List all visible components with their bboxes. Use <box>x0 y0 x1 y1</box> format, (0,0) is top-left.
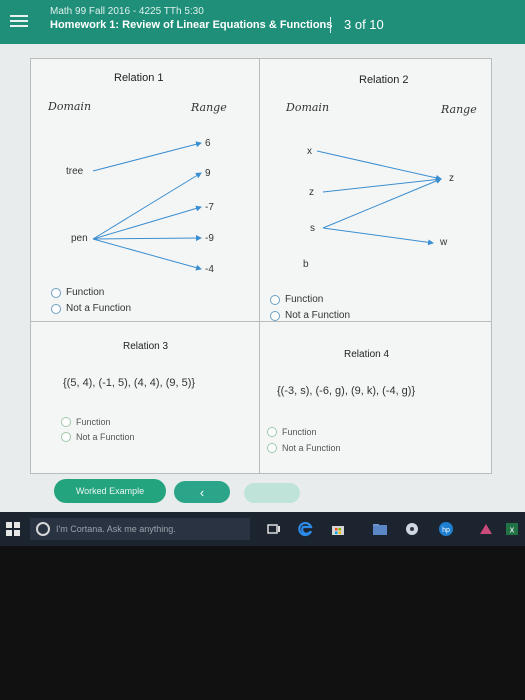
file-explorer-icon[interactable] <box>372 521 388 537</box>
radio-icon[interactable] <box>61 417 71 427</box>
domain-item: x <box>307 146 312 157</box>
excel-icon[interactable]: x <box>504 521 520 537</box>
cortana-placeholder: I'm Cortana. Ask me anything. <box>56 524 176 534</box>
relation-2-function-option[interactable]: Function <box>270 294 323 305</box>
course-name: Math 99 Fall 2016 - 4225 TTh 5:30 <box>50 6 204 17</box>
app-window: Math 99 Fall 2016 - 4225 TTh 5:30 Homewo… <box>0 0 525 512</box>
windows-start-icon[interactable] <box>6 522 20 536</box>
range-item: -4 <box>205 264 214 275</box>
task-view-icon[interactable] <box>266 521 282 537</box>
relation-2-title: Relation 2 <box>359 74 409 86</box>
svg-text:hp: hp <box>442 527 450 534</box>
arrow-tree-6 <box>92 141 202 172</box>
domain-item: z <box>309 187 314 198</box>
taskbar: I'm Cortana. Ask me anything. hp x <box>0 512 525 546</box>
relation-3-function-option[interactable]: Function <box>61 417 111 427</box>
svg-text:x: x <box>510 525 515 535</box>
horizontal-divider <box>31 321 491 322</box>
arrow-pen-minus7 <box>92 205 202 240</box>
assignment-header: Math 99 Fall 2016 - 4225 TTh 5:30 Homewo… <box>0 0 525 44</box>
relation-1-range-header: Range <box>191 101 227 114</box>
relation-4-title: Relation 4 <box>344 349 390 360</box>
range-item: -9 <box>205 233 214 244</box>
mapping-arrows <box>92 141 442 271</box>
app-icon[interactable] <box>478 521 494 537</box>
radio-icon[interactable] <box>51 303 61 314</box>
cortana-search-box[interactable]: I'm Cortana. Ask me anything. <box>30 518 250 540</box>
store-icon[interactable] <box>330 521 346 537</box>
relation-1-function-option[interactable]: Function <box>51 287 104 298</box>
radio-icon[interactable] <box>61 432 71 442</box>
arrow-pen-9 <box>92 172 202 240</box>
arrow-pen-minus4 <box>92 238 202 271</box>
menu-icon[interactable] <box>10 12 28 30</box>
radio-icon[interactable] <box>267 443 277 453</box>
domain-item: pen <box>71 233 88 244</box>
relation-1-title: Relation 1 <box>114 72 164 84</box>
range-item: 6 <box>205 138 211 149</box>
arrow-z-z <box>322 176 442 193</box>
arrow-pen-minus9 <box>92 235 202 242</box>
range-item: w <box>440 237 448 248</box>
arrow-x-z <box>316 150 442 181</box>
arrow-s-w <box>322 227 434 246</box>
relation-3-set: {(5, 4), (-1, 5), (4, 4), (9, 5)} <box>63 377 196 389</box>
relation-4-not-function-option[interactable]: Not a Function <box>267 443 341 453</box>
assignment-title: Homework 1: Review of Linear Equations &… <box>50 19 333 31</box>
relation-3-title: Relation 3 <box>123 341 169 352</box>
relation-2-range-header: Range <box>441 103 477 116</box>
chevron-left-icon: ‹ <box>199 484 205 500</box>
back-button[interactable]: ‹ <box>174 481 230 503</box>
relation-4-set: {(-3, s), (-6, g), (9, k), (-4, g)} <box>277 385 416 397</box>
radio-icon[interactable] <box>270 310 280 321</box>
arrow-s-z <box>322 178 442 229</box>
domain-item: s <box>310 223 315 234</box>
relation-2-domain-header: Domain <box>286 101 330 114</box>
domain-item: b <box>303 259 309 270</box>
cortana-icon <box>36 522 50 536</box>
header-divider <box>330 17 331 33</box>
relation-1-domain-header: Domain <box>48 100 92 113</box>
next-button[interactable] <box>244 483 300 503</box>
question-progress: 3 of 10 <box>344 17 384 32</box>
relation-4-function-option[interactable]: Function <box>267 427 317 437</box>
domain-item: tree <box>66 166 84 177</box>
relation-1-not-function-option[interactable]: Not a Function <box>51 303 131 314</box>
range-item: 9 <box>205 168 211 179</box>
range-item: -7 <box>205 202 214 213</box>
problem-panel: Relation 1 Domain Range tree pen 6 9 -7 … <box>30 58 492 474</box>
radio-icon[interactable] <box>51 287 61 298</box>
relation-3-not-function-option[interactable]: Not a Function <box>61 432 135 442</box>
worked-example-button[interactable]: Worked Example <box>54 479 166 503</box>
hp-icon[interactable]: hp <box>438 521 454 537</box>
edge-browser-icon[interactable] <box>298 521 314 537</box>
range-item: z <box>449 173 454 184</box>
media-icon[interactable] <box>404 521 420 537</box>
relation-2-not-function-option[interactable]: Not a Function <box>270 310 350 321</box>
radio-icon[interactable] <box>270 294 280 305</box>
radio-icon[interactable] <box>267 427 277 437</box>
